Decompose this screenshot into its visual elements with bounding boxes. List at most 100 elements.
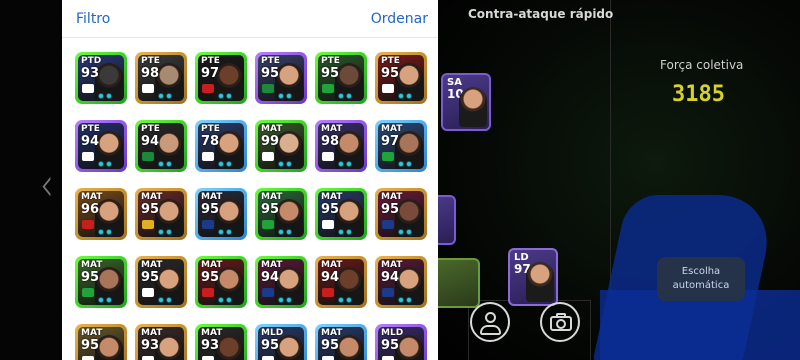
player-card-image: MAT 94 xyxy=(378,259,424,305)
player-card-image: MAT 94 xyxy=(258,259,304,305)
player-rating: 93 xyxy=(81,66,100,81)
auto-select-button[interactable]: Escolha automática xyxy=(657,257,745,301)
player-card-image: PTE 97 xyxy=(198,55,244,101)
player-card[interactable]: MAT 98 xyxy=(315,120,367,172)
skill-dots xyxy=(98,161,112,167)
player-face xyxy=(395,335,423,360)
player-face xyxy=(95,335,123,360)
player-card[interactable]: PTE 95 xyxy=(315,52,367,104)
player-face xyxy=(275,335,303,360)
player-card[interactable]: MAT 95 xyxy=(135,256,187,308)
sort-button[interactable]: Ordenar xyxy=(371,11,428,27)
player-card[interactable]: PTE 98 xyxy=(135,52,187,104)
person-icon[interactable] xyxy=(470,302,510,342)
nationality-flag-icon xyxy=(202,356,214,360)
skill-dot-icon xyxy=(346,297,352,303)
camera-icon[interactable] xyxy=(540,302,580,342)
player-card[interactable]: PTE 97 xyxy=(195,52,247,104)
person-icon-body xyxy=(480,325,501,335)
player-card[interactable]: MLD 95 xyxy=(255,324,307,360)
player-position: MAT xyxy=(321,260,343,270)
player-card[interactable]: PTE 95 xyxy=(255,52,307,104)
player-card-image: MLD 95 xyxy=(258,327,304,360)
player-card[interactable]: MAT 95 xyxy=(75,256,127,308)
player-card[interactable]: MAT 95 xyxy=(195,188,247,240)
player-rating: 98 xyxy=(321,134,340,149)
nationality-flag-icon xyxy=(262,84,274,93)
player-card[interactable]: MAT 95 xyxy=(375,188,427,240)
player-face xyxy=(526,262,554,302)
chevron-left-icon[interactable]: ‹ xyxy=(40,157,54,213)
player-card[interactable]: MLD 95 xyxy=(375,324,427,360)
skill-dot-icon xyxy=(398,161,404,167)
player-card[interactable]: MAT 95 xyxy=(135,188,187,240)
skill-dot-icon xyxy=(226,297,232,303)
skill-dots xyxy=(338,161,352,167)
player-rating: 95 xyxy=(81,338,100,353)
player-card[interactable]: MAT 99 xyxy=(255,120,307,172)
player-position: PTE xyxy=(141,56,160,66)
player-card-image: MAT 95 xyxy=(198,259,244,305)
skill-dot-icon xyxy=(166,93,172,99)
skill-dot-icon xyxy=(286,93,292,99)
player-position: MAT xyxy=(261,260,283,270)
player-card[interactable]: MAT 97 xyxy=(375,120,427,172)
nationality-flag-icon xyxy=(142,220,154,229)
player-card-image: MAT 94 xyxy=(318,259,364,305)
player-rating: 95 xyxy=(321,66,340,81)
skill-dot-icon xyxy=(218,161,224,167)
player-card[interactable]: PTE 78 xyxy=(195,120,247,172)
player-rating: 95 xyxy=(261,338,280,353)
player-rating: 95 xyxy=(381,338,400,353)
player-position: PTE xyxy=(201,56,220,66)
player-position: PTE xyxy=(261,56,280,66)
player-rating: 97 xyxy=(201,66,220,81)
player-card[interactable]: MAT 93 xyxy=(135,324,187,360)
player-card[interactable]: MAT 95 xyxy=(195,256,247,308)
player-card-image: MAT 99 xyxy=(258,123,304,169)
player-card[interactable]: MAT 94 xyxy=(255,256,307,308)
player-rating: 95 xyxy=(81,270,100,285)
player-card[interactable]: MAT 95 xyxy=(255,188,307,240)
skill-dot-icon xyxy=(218,93,224,99)
player-card[interactable]: PTE 95 xyxy=(375,52,427,104)
nationality-flag-icon xyxy=(382,288,394,297)
filter-button[interactable]: Filtro xyxy=(76,11,110,27)
skill-dot-icon xyxy=(398,93,404,99)
skill-dot-icon xyxy=(98,297,104,303)
skill-dots xyxy=(98,93,112,99)
pitch-player-card[interactable]: LD 97 xyxy=(508,248,558,306)
player-card[interactable]: PTE 94 xyxy=(135,120,187,172)
player-face xyxy=(335,335,363,360)
player-card[interactable]: PTD 93 xyxy=(75,52,127,104)
screen: Contra-ataque rápido Força coletiva 3185… xyxy=(0,0,800,360)
nationality-flag-icon xyxy=(202,288,214,297)
nationality-flag-icon xyxy=(322,84,334,93)
skill-dot-icon xyxy=(338,229,344,235)
skill-dots xyxy=(278,93,292,99)
player-card-image: MLD 95 xyxy=(378,327,424,360)
player-card[interactable]: MAT 94 xyxy=(315,256,367,308)
person-icon-head xyxy=(485,312,496,323)
player-rating: 95 xyxy=(261,202,280,217)
pitch-player-card[interactable]: SA 101 xyxy=(441,73,491,131)
player-card[interactable]: MAT 95 xyxy=(315,188,367,240)
player-card[interactable]: MAT 96 xyxy=(75,188,127,240)
player-rating: 95 xyxy=(141,202,160,217)
skill-dot-icon xyxy=(226,93,232,99)
player-rating: 95 xyxy=(201,202,220,217)
skill-dots xyxy=(158,297,172,303)
skill-dot-icon xyxy=(338,161,344,167)
player-card[interactable]: MAT 93 xyxy=(195,324,247,360)
player-card-image: MAT 95 xyxy=(138,191,184,237)
player-card[interactable]: MAT 94 xyxy=(375,256,427,308)
skill-dot-icon xyxy=(278,297,284,303)
player-face xyxy=(215,335,243,360)
pitch-line xyxy=(590,300,591,360)
skill-dot-icon xyxy=(346,161,352,167)
player-position: MAT xyxy=(81,328,103,338)
player-card[interactable]: MAT 95 xyxy=(75,324,127,360)
player-card[interactable]: MAT 95 xyxy=(315,324,367,360)
player-card[interactable]: PTE 94 xyxy=(75,120,127,172)
player-rating: 99 xyxy=(261,134,280,149)
